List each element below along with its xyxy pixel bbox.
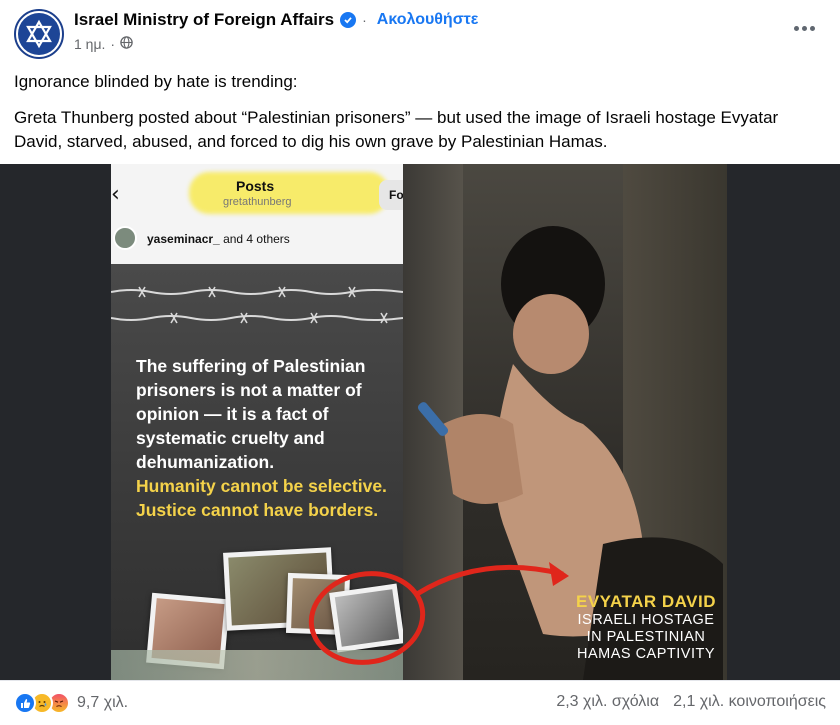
page-avatar[interactable] <box>14 9 64 59</box>
verified-badge-icon <box>340 12 357 28</box>
comments-count-link[interactable]: 2,3 χιλ. σχόλια <box>556 693 659 711</box>
reactions-summary[interactable]: 9,7 χιλ. <box>14 692 128 714</box>
reaction-count: 9,7 χιλ. <box>77 694 129 711</box>
more-options-icon[interactable] <box>790 18 818 38</box>
shares-count-link[interactable]: 2,1 χιλ. κοινοποιήσεις <box>673 693 826 711</box>
post-footer: 9,7 χιλ. 2,3 χιλ. σχόλια 2,1 χιλ. κοινοπ… <box>0 680 840 725</box>
page-name-link[interactable]: Israel Ministry of Foreign Affairs <box>74 10 334 30</box>
dot-separator: · <box>362 12 367 28</box>
caption-line-2: IN PALESTINIAN <box>586 629 706 645</box>
post-timestamp[interactable]: 1 ημ. <box>74 36 105 52</box>
globe-icon <box>120 36 133 52</box>
post-header: Israel Ministry of Foreign Affairs · Ακο… <box>0 0 840 62</box>
title-row: Israel Ministry of Foreign Affairs · Ακο… <box>74 10 478 30</box>
like-reaction-icon <box>14 692 36 714</box>
caption-name: EVYATAR DAVID <box>575 592 716 611</box>
follow-button[interactable]: Ακολουθήστε <box>377 11 479 29</box>
post-image[interactable]: ‹ Posts gretathunberg Fo yaseminacr_ and… <box>0 164 840 680</box>
post-text: Ignorance blinded by hate is trending: G… <box>14 70 826 166</box>
meta-separator: · <box>110 36 116 52</box>
post-meta: 1 ημ. · <box>74 36 133 52</box>
engagement-stats: 2,3 χιλ. σχόλια 2,1 χιλ. κοινοποιήσεις <box>556 693 826 711</box>
post-text-line-1: Ignorance blinded by hate is trending: <box>14 72 298 91</box>
caption-line-1: ISRAELI HOSTAGE <box>577 612 715 628</box>
star-of-david-icon <box>18 13 60 55</box>
hostage-caption: EVYATAR DAVID ISRAELI HOSTAGE IN PALESTI… <box>566 592 726 663</box>
caption-line-3: HAMAS CAPTIVITY <box>576 646 716 662</box>
post-text-line-2: Greta Thunberg posted about “Palestinian… <box>14 108 779 151</box>
image-frame: ‹ Posts gretathunberg Fo yaseminacr_ and… <box>111 164 727 680</box>
